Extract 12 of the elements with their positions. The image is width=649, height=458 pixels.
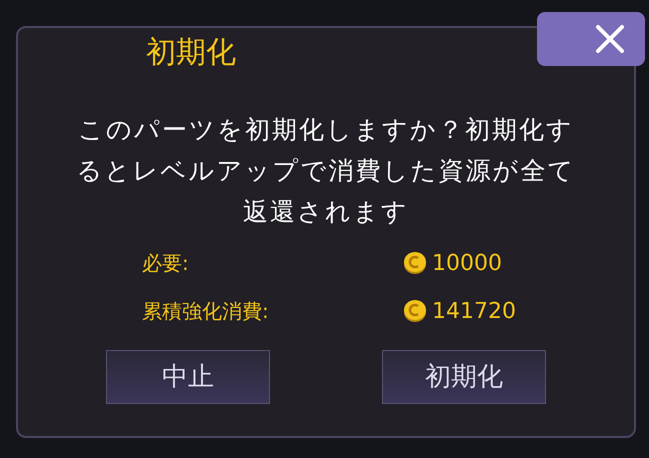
dialog-message: このパーツを初期化しますか？初期化するとレベルアップで消費した資源が全て返還されます: [76, 114, 576, 228]
cost-label: 必要:: [142, 250, 190, 277]
cost-value: 141720: [432, 298, 516, 326]
close-icon: [595, 24, 625, 54]
dialog-title: 初期化: [146, 35, 236, 70]
coin-icon: [402, 298, 428, 324]
dialog-button[interactable]: 初期化: [382, 350, 546, 404]
cost-value: 10000: [432, 250, 502, 278]
dialog-button[interactable]: 中止: [106, 350, 270, 404]
cost-label: 累積強化消費:: [142, 298, 270, 325]
coin-icon: [402, 250, 428, 276]
close-button[interactable]: [537, 12, 645, 66]
